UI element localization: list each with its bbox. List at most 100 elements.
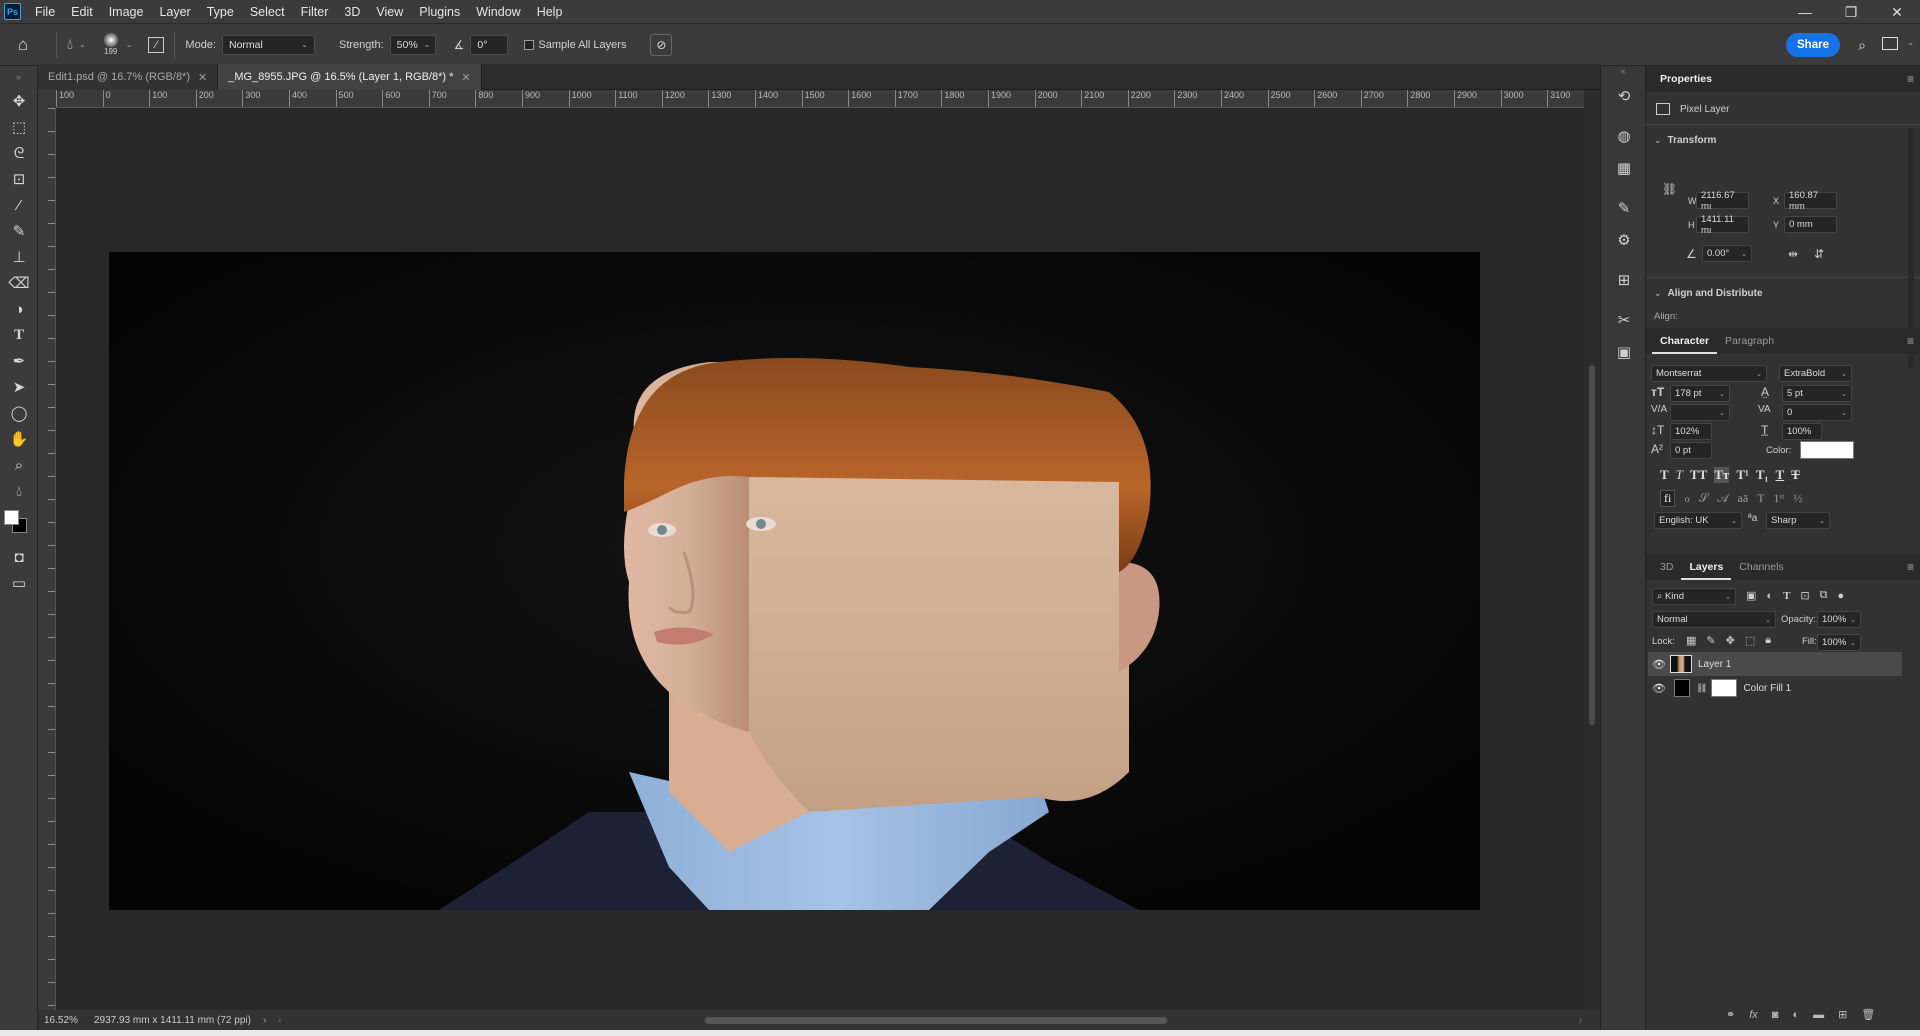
smart-object-filter-icon[interactable]: ⧉	[1820, 589, 1828, 602]
subscript-icon[interactable]: T₁	[1756, 467, 1769, 483]
image-filter-icon[interactable]: ▣	[1746, 589, 1756, 602]
document-image[interactable]	[109, 252, 1480, 910]
visibility-eye-icon[interactable]: 👁︎	[1648, 658, 1670, 671]
status-chevron-icon[interactable]: ›	[263, 1015, 266, 1026]
zoom-level[interactable]: 16.52%	[44, 1015, 86, 1026]
libraries-icon[interactable]: ⊞	[1601, 264, 1647, 296]
transform-section-header[interactable]: ⌄ Transform	[1654, 135, 1716, 146]
ordinal-icon[interactable]: T	[1757, 491, 1764, 506]
brush-settings-icon[interactable]: ⁄	[148, 36, 165, 53]
pen-tool-icon[interactable]: ✒	[0, 348, 38, 374]
home-icon[interactable]: ⌂	[0, 35, 46, 55]
menu-window[interactable]: Window	[468, 0, 528, 24]
adjustment-filter-icon[interactable]: ◐	[1766, 590, 1773, 602]
font-size-field[interactable]: 178 pt ⌄	[1670, 385, 1730, 402]
layer-row-layer1[interactable]: 👁︎ Layer 1	[1648, 652, 1902, 676]
minimize-button[interactable]: —	[1782, 0, 1828, 24]
antialias-select[interactable]: Sharp ⌄	[1766, 512, 1830, 529]
collapse-icon[interactable]: »	[0, 66, 37, 88]
smudge-tool-preset-icon[interactable]: 💧︎	[67, 36, 73, 53]
smudge-tool-icon[interactable]: 💧︎	[0, 478, 38, 504]
foreground-color-swatch[interactable]	[4, 510, 19, 525]
leading-field[interactable]: 5 pt ⌄	[1782, 385, 1852, 402]
brush-preset-picker[interactable]: 199	[103, 33, 118, 56]
gradient-tool-icon[interactable]: ◑	[0, 296, 38, 322]
brush-settings-panel-icon[interactable]: ✎	[1601, 192, 1647, 224]
filter-toggle-icon[interactable]: ●	[1837, 590, 1844, 602]
add-mask-icon[interactable]: ◙	[1772, 1009, 1779, 1021]
vertical-scroll-thumb[interactable]	[1589, 365, 1595, 725]
sample-all-checkbox[interactable]	[524, 39, 535, 50]
menu-view[interactable]: View	[368, 0, 411, 24]
menu-filter[interactable]: Filter	[293, 0, 337, 24]
strength-input[interactable]: 50% ⌄	[389, 34, 436, 55]
ordinals-icon[interactable]: 1ˢᵗ	[1774, 491, 1785, 506]
panel-menu-icon[interactable]: ≡	[1907, 560, 1914, 574]
screen-mode-icon[interactable]: ▭	[0, 570, 38, 596]
faux-bold-icon[interactable]: T	[1660, 467, 1669, 483]
horizontal-scroll-thumb[interactable]	[705, 1017, 1167, 1024]
menu-image[interactable]: Image	[101, 0, 152, 24]
panel-menu-icon[interactable]: ≡	[1907, 334, 1914, 348]
adjustments-icon[interactable]: ⚙	[1601, 224, 1647, 256]
swash-icon[interactable]: 𝒮	[1699, 491, 1708, 506]
brush-tool-icon[interactable]: ✎	[0, 218, 38, 244]
superscript-icon[interactable]: T¹	[1736, 467, 1749, 483]
tools-panel-icon[interactable]: ✂	[1601, 304, 1647, 336]
type-filter-icon[interactable]: T	[1783, 590, 1790, 602]
flip-horizontal-icon[interactable]: ⇹	[1788, 247, 1798, 261]
tab-paragraph[interactable]: Paragraph	[1717, 328, 1782, 354]
font-style-select[interactable]: ExtraBold ⌄	[1779, 365, 1852, 382]
lock-image-icon[interactable]: ✎	[1706, 634, 1715, 647]
stamp-tool-icon[interactable]: ⊥	[0, 244, 38, 270]
type-tool-icon[interactable]: T	[0, 322, 38, 348]
mask-link-icon[interactable]: ⛓	[1696, 683, 1707, 694]
fractions-icon[interactable]: ½	[1793, 491, 1802, 506]
menu-file[interactable]: File	[27, 0, 63, 24]
3d-icon[interactable]: ◍	[1601, 120, 1647, 152]
tab-layers[interactable]: Layers	[1681, 554, 1732, 580]
small-caps-icon[interactable]: Tᴛ	[1714, 467, 1730, 483]
height-field[interactable]: 1411.11 mı	[1696, 214, 1749, 236]
menu-help[interactable]: Help	[529, 0, 571, 24]
width-field[interactable]: 2116.67 mı	[1696, 190, 1749, 212]
properties-tab[interactable]: Properties	[1652, 66, 1720, 92]
layer-filter-select[interactable]: ⌕ Kind ⌄	[1652, 588, 1736, 605]
lock-all-icon[interactable]: 🔒︎	[1765, 634, 1771, 647]
actions-icon[interactable]: ▣	[1601, 336, 1647, 368]
baseline-shift-field[interactable]: 0 pt	[1670, 442, 1712, 459]
brush-picker-chevron-icon[interactable]: ⌄	[126, 40, 133, 49]
stylistic-alt-icon[interactable]: 𝒜	[1717, 491, 1728, 506]
tracking-field[interactable]: 0 ⌄	[1782, 404, 1852, 421]
text-color-swatch[interactable]	[1800, 441, 1854, 459]
blend-mode-select[interactable]: Normal ⌄	[1652, 611, 1776, 628]
workspace-icon[interactable]	[1882, 37, 1898, 50]
flip-vertical-icon[interactable]: ⇵	[1814, 247, 1824, 261]
quick-mask-icon[interactable]: ◘	[0, 544, 38, 570]
object-selection-tool-icon[interactable]: ⊡	[0, 166, 38, 192]
fill-field[interactable]: 100% ⌄	[1817, 634, 1861, 651]
angle-field[interactable]: 0.00° ⌄	[1702, 245, 1752, 262]
titling-icon[interactable]: aā	[1738, 491, 1749, 506]
close-icon[interactable]: ✕	[198, 71, 207, 84]
ligatures-icon[interactable]: fi	[1660, 490, 1676, 507]
link-icon[interactable]: ⛓	[1662, 182, 1677, 196]
panel-menu-icon[interactable]: ≡	[1907, 72, 1914, 86]
restore-button[interactable]: ❐	[1828, 0, 1874, 24]
lock-artboard-icon[interactable]: ⬚	[1745, 634, 1755, 647]
link-layers-icon[interactable]: ⚭	[1726, 1008, 1735, 1021]
visibility-eye-icon[interactable]: 👁︎	[1648, 682, 1670, 695]
language-select[interactable]: English: UK ⌄	[1654, 512, 1742, 529]
fx-icon[interactable]: fx	[1749, 1009, 1758, 1021]
tool-preset-chevron-icon[interactable]: ⌄	[79, 40, 86, 49]
menu-3d[interactable]: 3D	[336, 0, 368, 24]
move-tool-icon[interactable]: ✥	[0, 88, 38, 114]
tab-3d[interactable]: 3D	[1652, 554, 1681, 580]
mode-select[interactable]: Normal ⌄	[222, 34, 315, 55]
old-style-icon[interactable]: ℴ	[1684, 491, 1690, 506]
menu-plugins[interactable]: Plugins	[411, 0, 468, 24]
new-layer-icon[interactable]: ⊞	[1838, 1008, 1847, 1021]
scroll-right-icon[interactable]: ›	[1579, 1015, 1582, 1026]
x-field[interactable]: 160.87 mm	[1784, 190, 1837, 212]
font-family-select[interactable]: Montserrat ⌄	[1651, 365, 1767, 382]
